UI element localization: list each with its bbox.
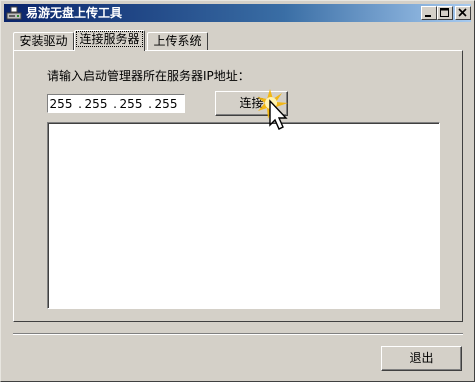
mouse-pointer-icon xyxy=(257,89,288,130)
minimize-icon xyxy=(425,15,431,17)
ip-octet-2[interactable]: 255 xyxy=(84,97,108,111)
close-icon xyxy=(458,8,467,17)
connection-log[interactable] xyxy=(47,122,440,309)
exit-button[interactable]: 退出 xyxy=(381,346,462,371)
minimize-button[interactable] xyxy=(421,6,437,20)
ip-dot: . xyxy=(148,97,152,111)
exit-button-label: 退出 xyxy=(409,351,434,365)
ip-octet-4[interactable]: 255 xyxy=(154,97,178,111)
footer-divider xyxy=(13,333,463,335)
close-button[interactable] xyxy=(455,6,471,20)
tab-connect-server[interactable]: 连接服务器 xyxy=(74,30,145,51)
tab-label: 安装驱动 xyxy=(19,34,68,48)
tab-install-driver[interactable]: 安装驱动 xyxy=(13,32,74,50)
tab-upload-system[interactable]: 上传系统 xyxy=(147,32,208,50)
app-drive-icon xyxy=(6,5,22,21)
ip-prompt-label: 请输入启动管理器所在服务器IP地址： xyxy=(47,69,250,83)
tab-label: 连接服务器 xyxy=(76,31,143,47)
maximize-icon xyxy=(440,8,449,17)
ip-dot: . xyxy=(113,97,117,111)
ip-octet-1[interactable]: 255 xyxy=(49,97,73,111)
ip-dot: . xyxy=(78,97,82,111)
maximize-button[interactable] xyxy=(437,6,453,20)
ip-address-field[interactable]: 255 . 255 . 255 . 255 xyxy=(47,94,185,113)
tab-label: 上传系统 xyxy=(153,34,202,48)
window-title: 易游无盘上传工具 xyxy=(26,6,123,20)
title-bar[interactable]: 易游无盘上传工具 xyxy=(4,4,471,22)
main-window: 易游无盘上传工具 安装驱动 连接服务器 上传系统 请输入启动管理器所在服务器IP… xyxy=(0,0,475,382)
ip-octet-3[interactable]: 255 xyxy=(119,97,143,111)
